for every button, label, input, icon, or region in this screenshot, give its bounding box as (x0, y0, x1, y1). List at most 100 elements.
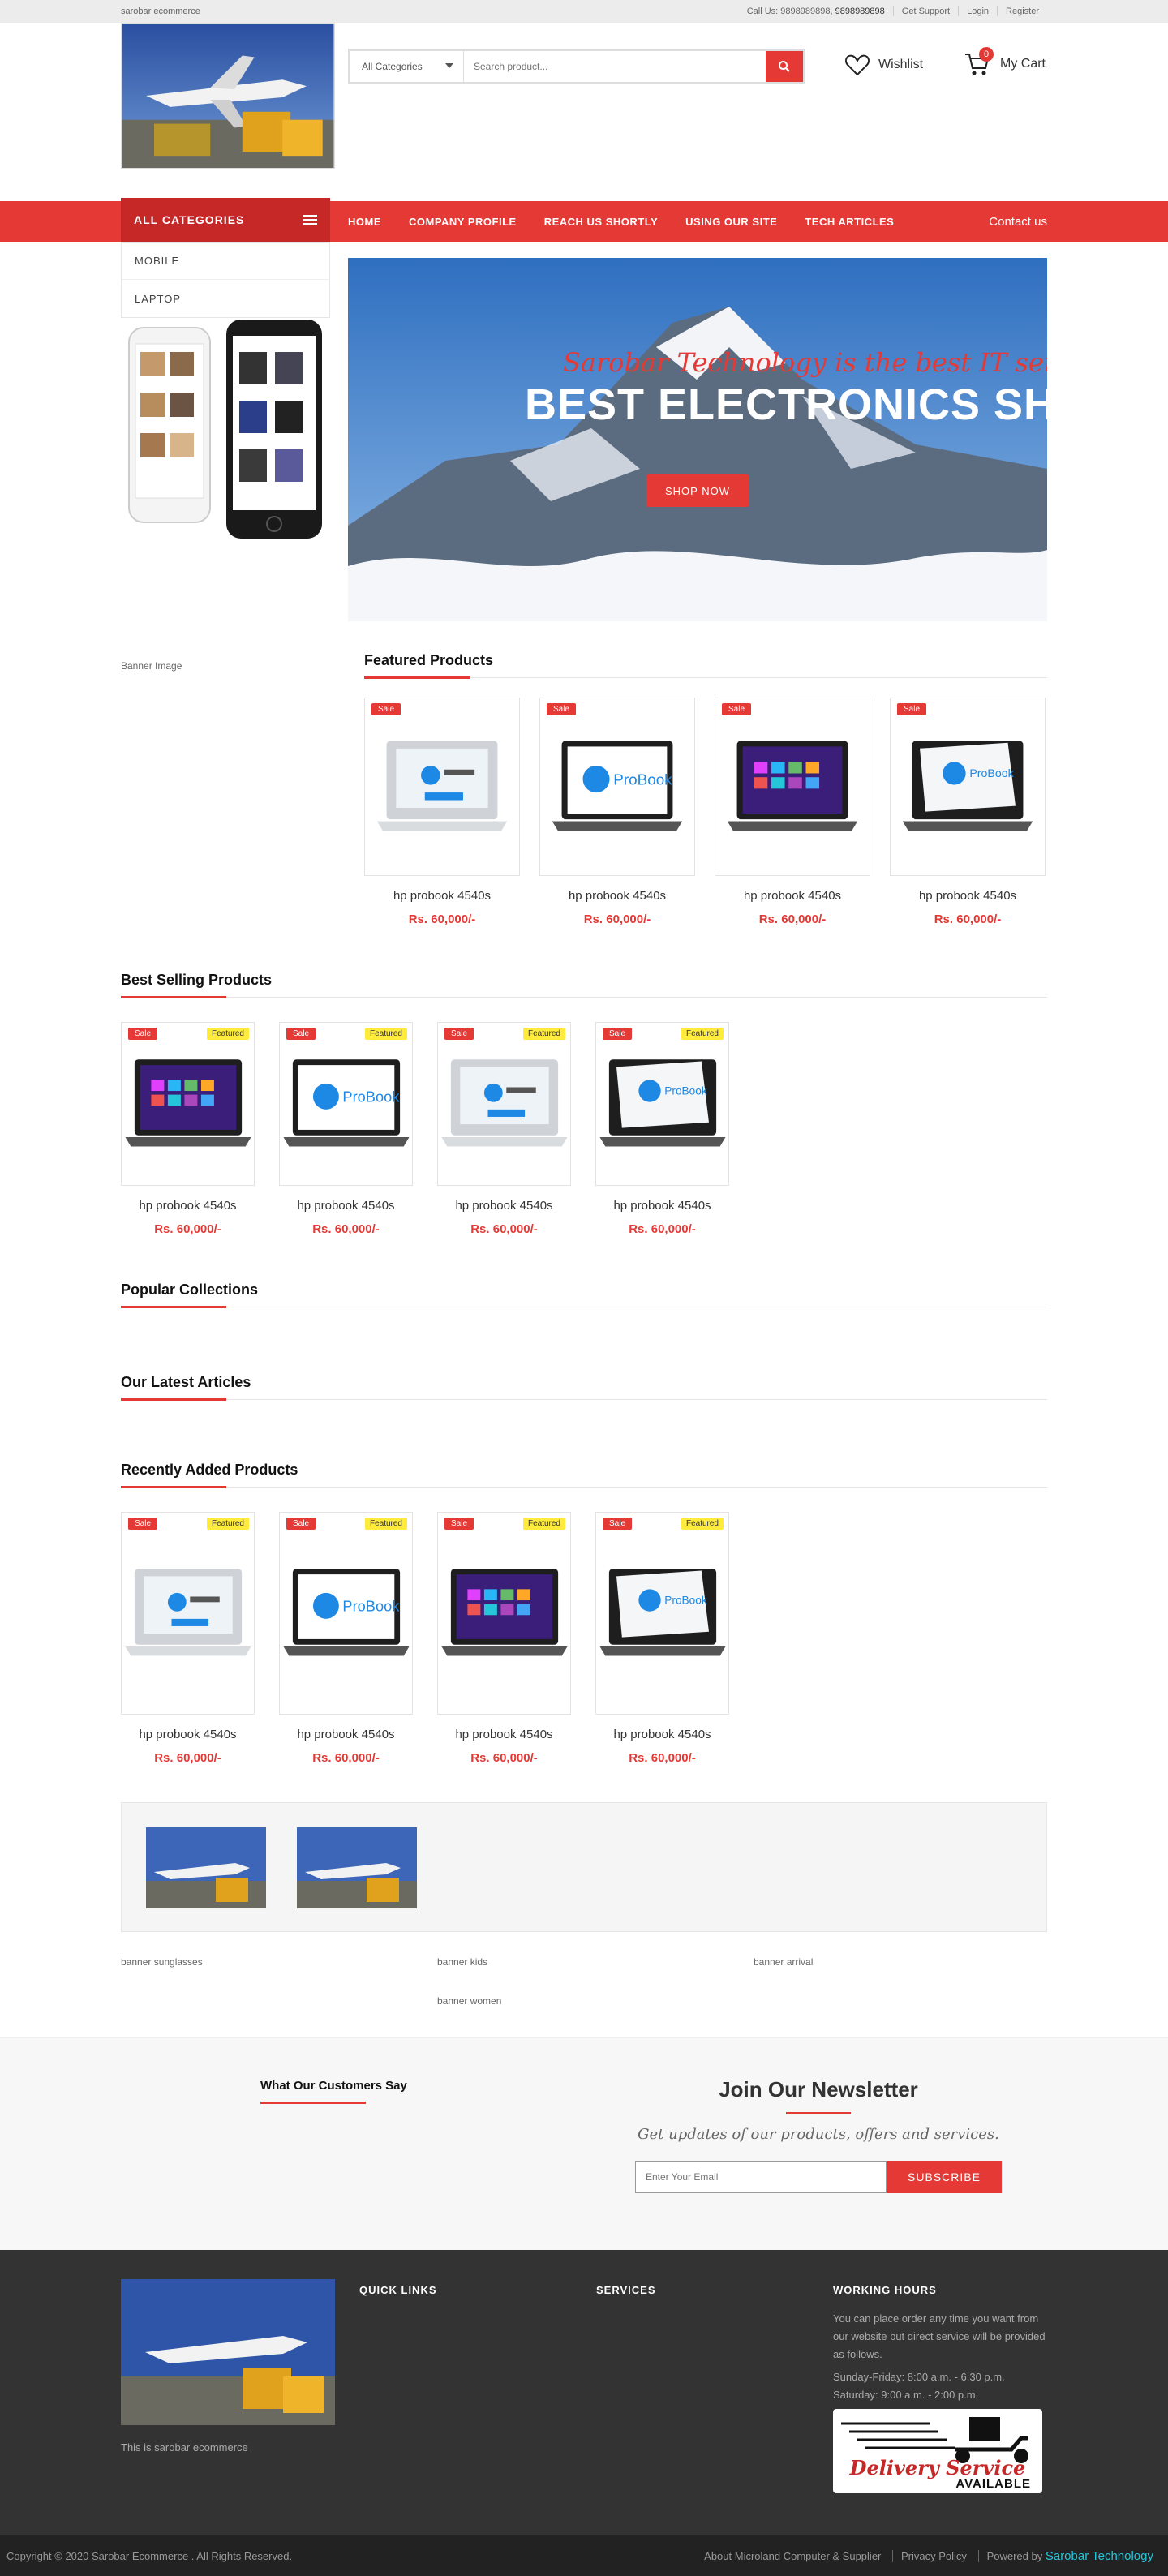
login-link[interactable]: Login (958, 6, 997, 16)
featured-badge: Featured (522, 1518, 565, 1530)
laptop-image (124, 1569, 251, 1656)
category-item-laptop[interactable]: LAPTOP (122, 280, 329, 317)
search-input[interactable] (464, 51, 766, 82)
product-card[interactable]: Sale Featured ProBook hp probook 4540s Rs. 6… (279, 1512, 413, 1765)
site-name: sarobar ecommerce (121, 6, 200, 16)
sale-badge: Sale (547, 703, 577, 715)
wishlist-link[interactable]: Wishlist (844, 54, 923, 76)
newsletter-title: Join Our Newsletter (719, 2077, 918, 2102)
banner-sunglasses[interactable]: banner sunglasses (121, 1956, 203, 1968)
sale-badge: Sale (128, 1028, 158, 1040)
product-card[interactable]: Sale hp probook 4540s Rs. 60,000/- (364, 698, 520, 926)
product-card[interactable]: Sale Featured ProBook hp probook 4540s Rs. 6… (279, 1022, 413, 1236)
product-name[interactable]: hp probook 4540s (595, 1199, 729, 1213)
nav-tech-articles[interactable]: TECH ARTICLES (805, 216, 894, 228)
product-name[interactable]: hp probook 4540s (890, 889, 1046, 903)
nav-contact[interactable]: Contact us (989, 215, 1047, 229)
footer-about-link[interactable]: About Microland Computer & Supplier (696, 2550, 889, 2562)
product-name[interactable]: hp probook 4540s (437, 1199, 571, 1213)
product-image-box[interactable]: Sale ProBook (539, 698, 695, 876)
all-categories-button[interactable]: ALL CATEGORIES (121, 198, 330, 242)
articles-title: Our Latest Articles (121, 1374, 1047, 1401)
footer-logo[interactable] (121, 2279, 335, 2425)
nav-using-site[interactable]: USING OUR SITE (685, 216, 777, 228)
product-card[interactable]: Sale Featured hp probook 4540s Rs. 60,000/- (121, 1512, 255, 1765)
product-name[interactable]: hp probook 4540s (121, 1199, 255, 1213)
powered-by-label: Powered by (986, 2549, 1043, 2562)
sale-badge: Sale (286, 1028, 316, 1040)
footer-quick-links: QUICK LINKS (359, 2284, 437, 2296)
banner-kids[interactable]: banner kids (437, 1956, 487, 1968)
product-image-box[interactable]: Sale Featured ProBook (279, 1022, 413, 1186)
product-card[interactable]: Sale ProBook hp probook 4540s Rs. 60,000/- (539, 698, 695, 926)
delivery-badge: Delivery Service AVAILABLE (833, 2409, 1042, 2493)
featured-badge: Featured (206, 1518, 249, 1530)
product-image-box[interactable]: Sale ProBook (890, 698, 1046, 876)
product-card[interactable]: Sale Featured hp probook 4540s Rs. 60,000/- (437, 1022, 571, 1236)
banner-image-alt: Banner Image (121, 660, 182, 672)
product-image-box[interactable]: Sale Featured (437, 1512, 571, 1715)
product-name[interactable]: hp probook 4540s (279, 1728, 413, 1741)
banner-women[interactable]: banner women (437, 1995, 501, 2007)
product-card[interactable]: Sale Featured hp probook 4540s Rs. 60,000/- (121, 1022, 255, 1236)
newsletter-email-input[interactable] (635, 2161, 887, 2193)
product-image-box[interactable]: Sale Featured ProBook (595, 1022, 729, 1186)
phone-promo-image (128, 320, 322, 539)
best-selling-section: Best Selling Products Sale Featured hp pro… (121, 972, 1047, 1282)
product-name[interactable]: hp probook 4540s (364, 889, 520, 903)
top-bar: sarobar ecommerce Call Us: 9898989898, 9… (0, 0, 1168, 23)
site-logo[interactable] (121, 23, 335, 169)
product-name[interactable]: hp probook 4540s (279, 1199, 413, 1213)
hero-slider[interactable]: Sarobar Technology is the best IT servic… (348, 258, 1047, 621)
laptop-image: ProBook (599, 1059, 726, 1147)
category-select-label: All Categories (362, 61, 423, 72)
product-price: Rs. 60,000/- (154, 1751, 221, 1765)
subscribe-button[interactable]: SUBSCRIBE (887, 2161, 1002, 2193)
brand-logo-image[interactable] (146, 1827, 266, 1908)
product-card[interactable]: Sale Featured ProBook hp probook 4540s Rs. 6… (595, 1022, 729, 1236)
brand-logo-image[interactable] (297, 1827, 417, 1908)
nav-reach-us[interactable]: REACH US SHORTLY (544, 216, 658, 228)
product-image-box[interactable]: Sale Featured (121, 1022, 255, 1186)
product-name[interactable]: hp probook 4540s (121, 1728, 255, 1741)
category-item-mobile[interactable]: MOBILE (122, 243, 329, 280)
support-link[interactable]: Get Support (892, 6, 958, 16)
featured-products: Sale hp probook 4540s Rs. 60,000/- Sale ProB… (364, 698, 1047, 926)
product-image-box[interactable]: Sale Featured (121, 1512, 255, 1715)
newsletter-subtitle: Get updates of our products, offers and … (638, 2126, 999, 2143)
product-name[interactable]: hp probook 4540s (539, 889, 695, 903)
product-name[interactable]: hp probook 4540s (715, 889, 870, 903)
product-name[interactable]: hp probook 4540s (437, 1728, 571, 1741)
sale-badge: Sale (286, 1518, 316, 1530)
product-image-box[interactable]: Sale (715, 698, 870, 876)
nav-company-profile[interactable]: COMPANY PROFILE (409, 216, 517, 228)
product-card[interactable]: Sale Featured ProBook hp probook 4540s Rs. 6… (595, 1512, 729, 1765)
register-link[interactable]: Register (997, 6, 1047, 16)
promo-banners: banner sunglasses banner kids banner arr… (121, 1932, 1047, 2037)
nav-home[interactable]: HOME (348, 216, 381, 228)
sale-badge: Sale (603, 1028, 633, 1040)
product-image-box[interactable]: Sale Featured ProBook (279, 1512, 413, 1715)
testimonials-underline (260, 2102, 366, 2104)
cart-count-badge: 0 (979, 47, 994, 62)
sale-badge: Sale (128, 1518, 158, 1530)
category-select[interactable]: All Categories (350, 51, 464, 82)
product-image-box[interactable]: Sale Featured ProBook (595, 1512, 729, 1715)
powered-by-brand[interactable]: Sarobar Technology (1046, 2549, 1153, 2563)
svg-text:ProBook: ProBook (342, 1088, 400, 1106)
product-image-box[interactable]: Sale (364, 698, 520, 876)
product-card[interactable]: Sale ProBook hp probook 4540s Rs. 60,000/- (890, 698, 1046, 926)
svg-text:ProBook: ProBook (969, 767, 1014, 780)
privacy-policy-link[interactable]: Privacy Policy (892, 2549, 975, 2562)
popular-title: Popular Collections (121, 1282, 1047, 1308)
product-name[interactable]: hp probook 4540s (595, 1728, 729, 1741)
laptop-image (440, 1569, 568, 1656)
shop-now-button[interactable]: SHOP NOW (646, 474, 749, 507)
banner-arrival[interactable]: banner arrival (754, 1956, 813, 1968)
cart-link[interactable]: 0 My Cart (964, 47, 1046, 76)
search-button[interactable] (766, 51, 803, 82)
product-card[interactable]: Sale Featured hp probook 4540s Rs. 60,000/- (437, 1512, 571, 1765)
product-image-box[interactable]: Sale Featured (437, 1022, 571, 1186)
product-card[interactable]: Sale hp probook 4540s Rs. 60,000/- (715, 698, 870, 926)
laptop-image: ProBook (599, 1569, 726, 1656)
